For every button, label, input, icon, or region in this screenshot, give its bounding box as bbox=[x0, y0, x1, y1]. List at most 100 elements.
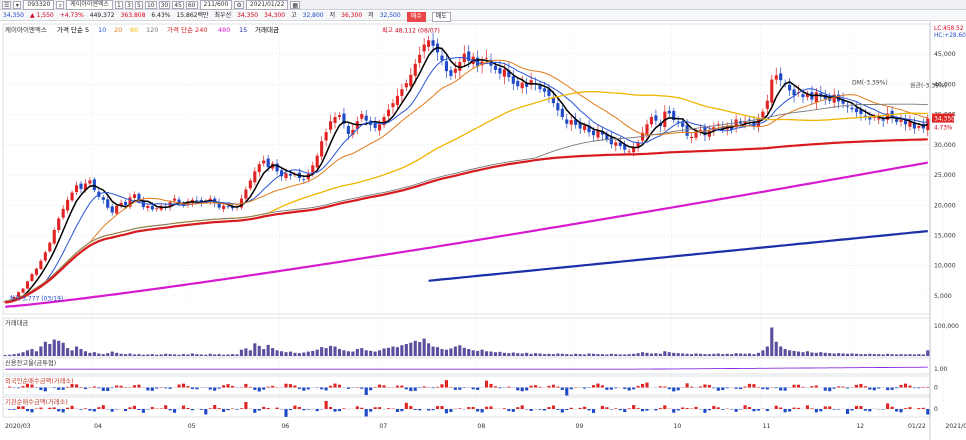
net-buy-bar bbox=[596, 383, 600, 388]
period-30[interactable]: 30 bbox=[158, 0, 171, 9]
candle bbox=[690, 132, 694, 144]
trade-value-bar bbox=[230, 354, 235, 356]
net-buy-bar bbox=[868, 387, 872, 390]
menu-icon[interactable]: ☰ bbox=[2, 0, 12, 9]
trade-value-bar bbox=[369, 350, 373, 356]
candle bbox=[498, 60, 502, 80]
net-buy-bar bbox=[712, 387, 716, 389]
trade-value-bar bbox=[538, 353, 542, 356]
sell-button[interactable]: 매도 bbox=[431, 12, 451, 22]
net-buy-bar bbox=[418, 409, 422, 411]
net-buy-bar bbox=[262, 387, 266, 390]
net-buy-bar bbox=[92, 386, 96, 388]
x-tick-label: 09 bbox=[575, 423, 583, 430]
chart-area[interactable]: 5,00010,00015,00020,00025,00030,00035,00… bbox=[0, 22, 966, 440]
net-buy-bar bbox=[52, 407, 56, 409]
net-buy-bar bbox=[747, 383, 752, 388]
candle bbox=[395, 88, 399, 110]
chart-toolbar: ☰ ▾ 093320 ⌕ 케이아이엔엑스 1 3 5 10 30 45 60 2… bbox=[0, 0, 966, 10]
net-buy-bar bbox=[667, 387, 671, 390]
net-buy-bar bbox=[859, 406, 863, 409]
net-buy-bar bbox=[435, 406, 440, 409]
net-buy-bar bbox=[632, 387, 636, 390]
net-buy-bar bbox=[413, 409, 417, 410]
net-buy-bar bbox=[556, 409, 560, 410]
net-buy-bar bbox=[146, 387, 150, 391]
net-buy-bar bbox=[627, 387, 631, 391]
net-buy-bar bbox=[547, 407, 551, 409]
date-field[interactable]: 2021/01/22 bbox=[245, 0, 289, 10]
net-buy-bar bbox=[614, 387, 618, 389]
chevron-down-icon[interactable]: ▾ bbox=[13, 0, 22, 9]
net-buy-bar bbox=[926, 409, 930, 415]
net-buy-bar bbox=[177, 384, 181, 388]
current-price: 34,350 bbox=[3, 12, 24, 19]
net-buy-bar bbox=[623, 409, 627, 413]
net-buy-bar bbox=[551, 384, 555, 388]
period-10[interactable]: 10 bbox=[144, 0, 157, 9]
x-tick-label: 11 bbox=[763, 423, 771, 430]
trade-value-bar bbox=[774, 341, 778, 356]
trade-value-bar bbox=[640, 352, 645, 356]
net-buy-bar bbox=[921, 386, 925, 388]
y-tick-label: 5,000 bbox=[934, 293, 952, 300]
trade-value: 15,862백만 bbox=[176, 12, 209, 19]
period-45[interactable]: 45 bbox=[172, 0, 184, 9]
trade-value-bar bbox=[636, 353, 640, 356]
net-buy-bar bbox=[52, 387, 56, 389]
net-buy-bar bbox=[418, 387, 422, 389]
net-buy-bar bbox=[520, 405, 524, 409]
calendar-icon[interactable]: ▦ bbox=[290, 0, 301, 9]
net-buy-bars bbox=[3, 380, 930, 417]
candle bbox=[556, 98, 560, 117]
bar-count[interactable]: 211/600 bbox=[199, 0, 233, 10]
net-buy-bar bbox=[97, 407, 101, 409]
candle bbox=[74, 181, 79, 196]
period-1[interactable]: 1 bbox=[114, 0, 123, 9]
net-buy-bar bbox=[324, 400, 328, 409]
net-buy-bar bbox=[39, 387, 43, 391]
last-pct-label: 4.73% bbox=[934, 126, 953, 132]
net-buy-bar bbox=[288, 409, 293, 411]
legend-entry: 20 bbox=[114, 26, 122, 34]
period-5[interactable]: 5 bbox=[134, 0, 143, 9]
last-price-box: 34,350 bbox=[932, 113, 955, 123]
search-icon[interactable]: ⌕ bbox=[56, 0, 65, 9]
trade-value-bar bbox=[391, 346, 395, 356]
price-change: ▲ 1,550 bbox=[30, 12, 54, 19]
buy-button[interactable]: 매수 bbox=[406, 12, 426, 22]
ma60-line bbox=[5, 90, 928, 302]
trade-value-bar bbox=[88, 352, 92, 356]
trade-value-bar bbox=[346, 351, 350, 356]
period-60[interactable]: 60 bbox=[185, 0, 198, 9]
candle bbox=[734, 114, 738, 133]
net-buy-bar bbox=[640, 383, 645, 388]
candle bbox=[320, 136, 324, 161]
trade-value-bar bbox=[119, 353, 123, 356]
ma480-line bbox=[5, 161, 928, 308]
candle bbox=[239, 194, 243, 210]
gear-icon[interactable]: ⚙ bbox=[234, 0, 244, 9]
net-buy-bar bbox=[752, 384, 756, 388]
net-buy-bar bbox=[877, 387, 881, 389]
price-summary-bar: 34,350 ▲ 1,550 +4.73% 449,372 363,808 6.… bbox=[0, 11, 966, 22]
candle bbox=[43, 250, 47, 263]
institution-pane bbox=[2, 396, 931, 418]
trade-value-bar bbox=[676, 353, 680, 356]
net-buy-bar bbox=[346, 387, 350, 389]
net-buy-bar bbox=[83, 387, 88, 390]
stock-code-input[interactable]: 093320 bbox=[23, 0, 55, 10]
net-buy-bar bbox=[484, 406, 489, 409]
candle bbox=[578, 117, 582, 134]
net-buy-bar bbox=[520, 387, 524, 392]
trade-value-bar bbox=[141, 354, 145, 356]
x-tick-label: 08 bbox=[477, 423, 485, 430]
trade-value-bar bbox=[890, 354, 894, 356]
period-3[interactable]: 3 bbox=[124, 0, 133, 9]
candle bbox=[369, 116, 373, 132]
trade-value-bar bbox=[645, 352, 649, 356]
trade-value-bar bbox=[649, 353, 654, 356]
net-buy-bar bbox=[119, 385, 123, 388]
trade-value-bar bbox=[74, 346, 79, 356]
net-buy-bar bbox=[547, 385, 551, 388]
